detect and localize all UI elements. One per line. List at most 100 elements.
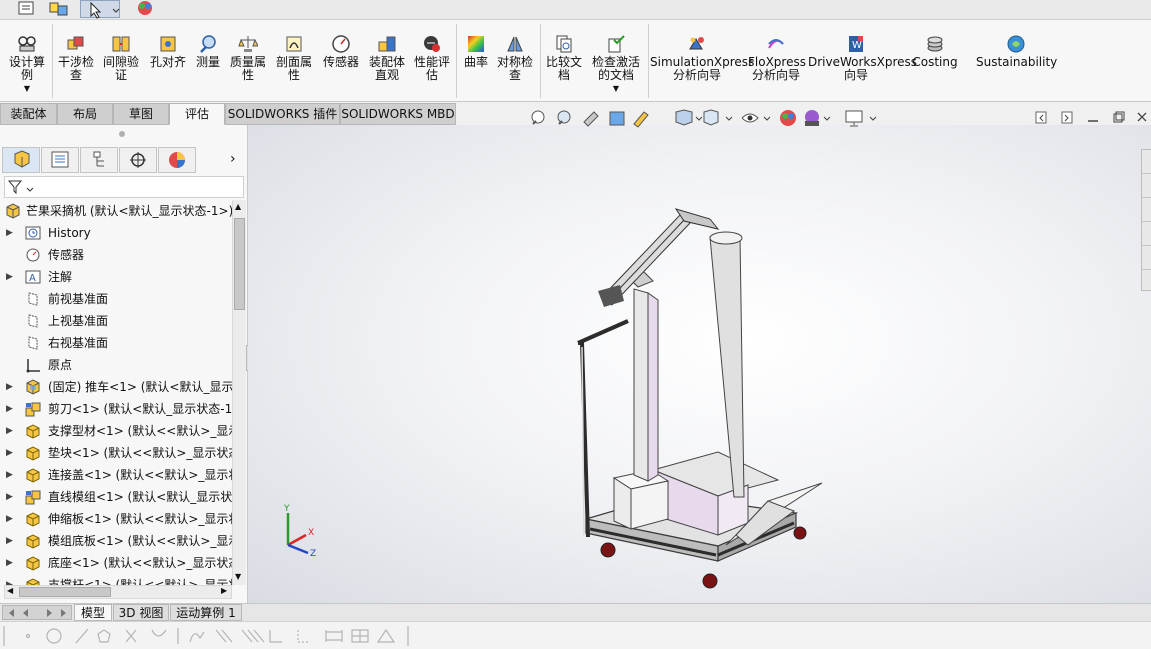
chevron-right-icon[interactable]: › bbox=[230, 151, 236, 167]
view-orientation-icon[interactable] bbox=[703, 109, 733, 126]
tree-item[interactable]: ▶ 剪刀<1> (默认<默认_显示状态-1> bbox=[0, 398, 232, 420]
scroll-thumb[interactable] bbox=[234, 218, 245, 310]
scroll-up-icon[interactable]: ▲ bbox=[235, 202, 241, 211]
graphics-area[interactable]: Y X Z bbox=[248, 125, 1151, 603]
tree-item[interactable]: ▶ 直线模组<1> (默认<默认_显示状 bbox=[0, 486, 232, 508]
expand-arrow-icon[interactable]: ▶ bbox=[6, 574, 16, 585]
tab-3d-view[interactable]: 3D 视图 bbox=[113, 604, 169, 621]
zoom-to-fit-icon[interactable] bbox=[531, 110, 545, 125]
symmetry-check-button[interactable]: 对称检 查 bbox=[494, 22, 536, 100]
display-manager-tab[interactable] bbox=[158, 147, 196, 173]
expand-arrow-icon[interactable]: ▶ bbox=[6, 508, 16, 530]
tree-item[interactable]: ▶ 支撑型材<1> (默认<<默认>_显示 bbox=[0, 420, 232, 442]
file-properties-icon[interactable] bbox=[46, 0, 72, 18]
compare-documents-button[interactable]: 比较文 档 bbox=[544, 22, 584, 100]
linear-pattern-icon[interactable] bbox=[351, 629, 369, 643]
chamfer-icon[interactable] bbox=[297, 630, 310, 643]
tree-item[interactable]: 原点 bbox=[0, 354, 232, 376]
expand-arrow-icon[interactable]: ▶ bbox=[6, 552, 16, 574]
display-style-icon[interactable] bbox=[675, 109, 703, 126]
design-study-button[interactable]: 设计算 例 ▼ bbox=[4, 22, 50, 100]
tree-item[interactable]: ▶ 模组底板<1> (默认<<默认>_显示 bbox=[0, 530, 232, 552]
tab-model[interactable]: 模型 bbox=[74, 604, 112, 621]
file-explorer-tab-icon[interactable] bbox=[1142, 222, 1151, 246]
expand-arrow-icon[interactable]: ▶ bbox=[6, 486, 16, 508]
offset-icon[interactable] bbox=[215, 629, 233, 643]
floxpress-button[interactable]: FloXpress 分析向导 bbox=[748, 22, 806, 100]
options-icon[interactable] bbox=[132, 0, 158, 18]
expand-arrow-icon[interactable]: ▶ bbox=[6, 420, 16, 442]
tab-motion-study-1[interactable]: 运动算例 1 bbox=[170, 604, 242, 621]
section-properties-button[interactable]: 剖面属 性 bbox=[272, 22, 316, 100]
close-icon[interactable] bbox=[1137, 112, 1147, 122]
select-tool-icon[interactable] bbox=[80, 0, 120, 19]
check-active-document-button[interactable]: 检查激活 的文档 ▼ bbox=[588, 22, 644, 100]
scroll-right-icon[interactable]: ▶ bbox=[221, 586, 227, 595]
mass-properties-button[interactable]: 质量属 性 bbox=[228, 22, 268, 100]
curvature-button[interactable]: 曲率 bbox=[460, 22, 492, 100]
horizontal-scroll-thumb[interactable] bbox=[19, 587, 111, 597]
driveworksxpress-button[interactable]: W DriveWorksXpress 向导 bbox=[808, 22, 917, 100]
fillet-icon[interactable] bbox=[269, 630, 282, 643]
mango-picker-model[interactable]: Y X Z bbox=[248, 125, 1151, 603]
expand-arrow-icon[interactable]: ▶ bbox=[6, 376, 16, 398]
mirror-icon[interactable] bbox=[241, 629, 265, 643]
expand-arrow-icon[interactable]: ▶ bbox=[6, 398, 16, 420]
expand-arrow-icon[interactable]: ▶ bbox=[6, 442, 16, 464]
interference-check-button[interactable]: 干涉检 查 bbox=[56, 22, 96, 100]
tree-horizontal-scrollbar[interactable]: ◀ ▶ bbox=[4, 585, 232, 599]
scroll-left-icon[interactable]: ◀ bbox=[7, 586, 13, 595]
property-manager-tab[interactable] bbox=[41, 147, 79, 173]
tab-sketch[interactable]: 草图 bbox=[113, 103, 169, 125]
construction-icon[interactable] bbox=[125, 629, 137, 643]
circle-icon[interactable] bbox=[46, 628, 62, 644]
tab-assembly[interactable]: 装配体 bbox=[0, 103, 57, 125]
view-settings-icon[interactable] bbox=[845, 110, 877, 127]
custom-properties-tab-icon[interactable] bbox=[1142, 270, 1151, 290]
tab-solidworks-addins[interactable]: SOLIDWORKS 插件 bbox=[225, 103, 340, 125]
tree-item[interactable]: 右视基准面 bbox=[0, 332, 232, 354]
smart-dimension-icon[interactable] bbox=[325, 630, 343, 642]
point-icon[interactable] bbox=[25, 633, 31, 639]
tree-root-assembly[interactable]: 芒果采摘机 (默认<默认_显示状态-1>) bbox=[0, 200, 232, 222]
sustainability-button[interactable]: Sustainability bbox=[976, 22, 1057, 100]
task-pane-tabs[interactable] bbox=[1141, 149, 1151, 291]
measure-button[interactable]: 测量 bbox=[192, 22, 224, 100]
expand-arrow-icon[interactable]: ▶ bbox=[6, 222, 16, 244]
home-tab-icon[interactable] bbox=[1142, 150, 1151, 174]
tree-item[interactable]: ▶ 伸缩板<1> (默认<<默认>_显示状 bbox=[0, 508, 232, 530]
relations-icon[interactable] bbox=[376, 628, 396, 643]
costing-button[interactable]: Costing bbox=[908, 22, 962, 100]
expand-arrow-icon[interactable]: ▶ bbox=[6, 530, 16, 552]
tree-item[interactable]: 传感器 bbox=[0, 244, 232, 266]
zoom-to-area-icon[interactable] bbox=[557, 110, 571, 125]
tab-layout[interactable]: 布局 bbox=[57, 103, 113, 125]
edit-appearance-icon[interactable] bbox=[780, 110, 796, 126]
tree-item[interactable]: ▶ 支撑杆<1> (默认<<默认>_显示状 bbox=[0, 574, 232, 585]
section-view-icon[interactable] bbox=[609, 111, 625, 126]
tree-item[interactable]: 上视基准面 bbox=[0, 310, 232, 332]
hide-show-items-icon[interactable] bbox=[741, 113, 771, 123]
tree-item[interactable]: ▶ (固定) 推车<1> (默认<默认_显示状 bbox=[0, 376, 232, 398]
performance-evaluation-button[interactable]: 性能评 估 bbox=[410, 22, 454, 100]
dimxpert-manager-tab[interactable] bbox=[119, 147, 157, 173]
expand-arrow-icon[interactable]: ▶ bbox=[6, 464, 16, 486]
window-tile-right-icon[interactable] bbox=[1061, 111, 1073, 124]
assembly-visualization-button[interactable]: 装配体 直观 bbox=[366, 22, 408, 100]
tab-solidworks-mbd[interactable]: SOLIDWORKS MBD bbox=[340, 103, 456, 125]
simulationxpress-button[interactable]: SimulationXpress 分析向导 bbox=[650, 22, 754, 100]
tree-item[interactable]: ▶ 底座<1> (默认<<默认>_显示状态 bbox=[0, 552, 232, 574]
trim-icon[interactable] bbox=[189, 631, 205, 643]
configuration-manager-tab[interactable] bbox=[80, 147, 118, 173]
polygon-icon[interactable] bbox=[97, 629, 111, 643]
restore-icon[interactable] bbox=[1113, 111, 1125, 123]
line-icon[interactable] bbox=[75, 628, 89, 644]
sensor-button[interactable]: 传感器 bbox=[318, 22, 364, 100]
tab-evaluate[interactable]: 评估 bbox=[169, 103, 225, 125]
rebuild-icon[interactable] bbox=[14, 0, 40, 18]
tree-item[interactable]: ▶ 垫块<1> (默认<<默认>_显示状态 bbox=[0, 442, 232, 464]
panel-grip-icon[interactable] bbox=[119, 131, 125, 137]
tab-navigation-arrows[interactable] bbox=[2, 605, 72, 620]
hole-alignment-button[interactable]: 孔对齐 bbox=[146, 22, 190, 100]
tree-filter[interactable] bbox=[4, 176, 244, 198]
